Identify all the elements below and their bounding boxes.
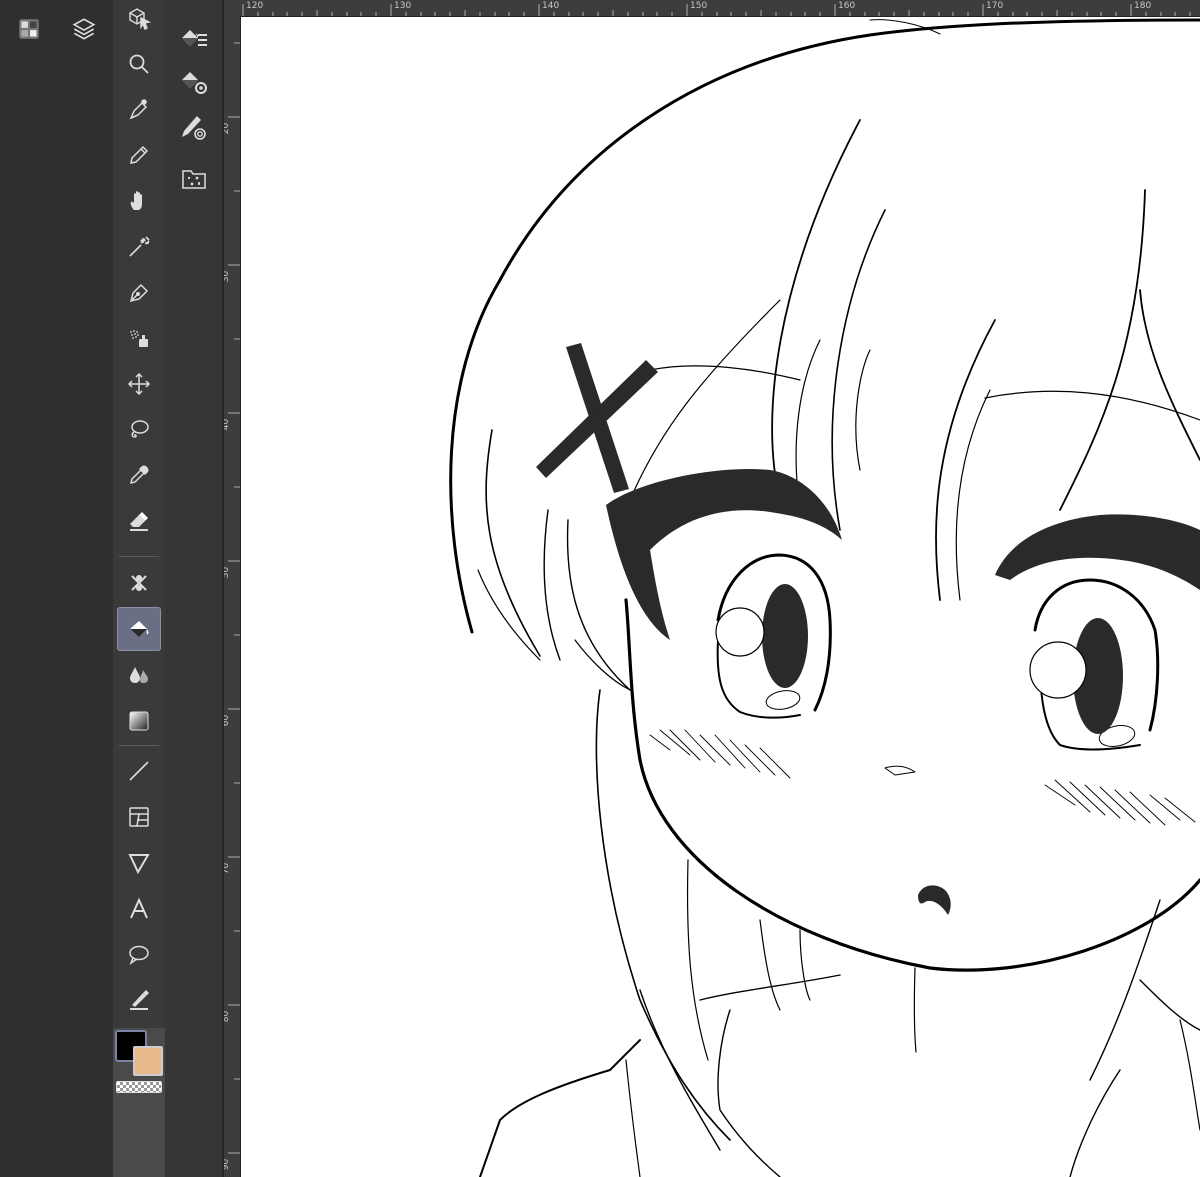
move-icon[interactable] <box>117 362 161 406</box>
left-panel <box>0 0 113 1177</box>
fill-settings-icon[interactable] <box>179 68 209 98</box>
ruler-label: 150 <box>690 1 708 11</box>
line-icon[interactable] <box>117 749 161 793</box>
airbrush-icon[interactable] <box>117 316 161 360</box>
frame-border-icon[interactable] <box>117 795 161 839</box>
magic-wand-icon[interactable] <box>117 225 161 269</box>
eyedropper-icon[interactable] <box>117 453 161 497</box>
subtool-panel <box>165 0 222 1177</box>
ruler-label: 40 <box>224 418 232 431</box>
drawing-canvas[interactable] <box>241 17 1200 1177</box>
lasso-icon[interactable] <box>117 407 161 451</box>
pencil-icon[interactable] <box>117 133 161 177</box>
ruler-label: 50 <box>224 566 232 579</box>
ruler-label: 160 <box>838 1 856 11</box>
ruler-label: 170 <box>986 1 1004 11</box>
fill-icon[interactable] <box>117 607 161 651</box>
color-area <box>113 1028 165 1177</box>
ruler-label: 60 <box>224 714 232 727</box>
balloon-icon[interactable] <box>117 932 161 976</box>
gradient-icon[interactable] <box>117 699 161 743</box>
eraser-icon[interactable] <box>117 499 161 543</box>
ruler-label: 20 <box>224 122 232 135</box>
ruler-vertical: 20 30 40 50 60 70 80 90 <box>224 16 241 1177</box>
ruler-label: 90 <box>224 1158 232 1171</box>
ruler-icon[interactable] <box>117 841 161 885</box>
zoom-icon[interactable] <box>117 42 161 86</box>
ink-pen-icon[interactable] <box>117 271 161 315</box>
correction-line-icon[interactable] <box>117 978 161 1022</box>
watercolor-icon[interactable] <box>117 653 161 697</box>
blend-icon[interactable] <box>117 561 161 605</box>
pen-icon[interactable] <box>117 88 161 132</box>
hand-icon[interactable] <box>117 179 161 223</box>
grid-panel-icon[interactable] <box>16 16 42 42</box>
object-select-icon[interactable] <box>117 0 161 40</box>
ruler-label: 140 <box>542 1 560 11</box>
ruler-label: 130 <box>394 1 412 11</box>
ruler-horizontal: 120 130 140 150 160 170 180 <box>240 0 1200 17</box>
line-art-illustration <box>449 18 1200 1177</box>
fill-referenced-icon[interactable] <box>179 24 209 54</box>
paint-unfilled-icon[interactable] <box>179 112 209 142</box>
material-folder-icon[interactable] <box>179 164 209 194</box>
transparent-color-swatch[interactable] <box>116 1081 162 1093</box>
background-color-swatch[interactable] <box>133 1046 163 1076</box>
ruler-label: 120 <box>246 1 264 11</box>
ruler-label: 30 <box>224 270 232 283</box>
ruler-label: 70 <box>224 862 232 875</box>
toolbar <box>113 0 165 1177</box>
ruler-label: 180 <box>1134 1 1152 11</box>
layers-icon[interactable] <box>71 16 97 42</box>
text-icon[interactable] <box>117 887 161 931</box>
ruler-label: 80 <box>224 1010 232 1023</box>
